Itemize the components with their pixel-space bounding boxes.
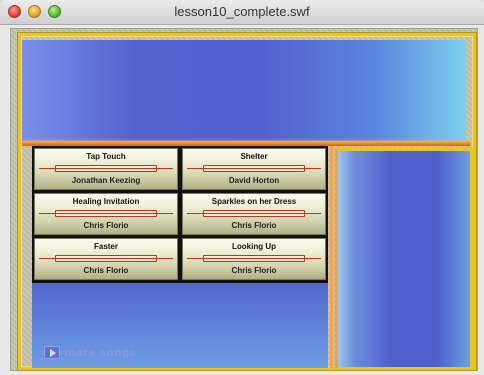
app-window: lesson10_complete.swf Tap Touch Jonathan…	[0, 0, 484, 375]
song-title: Faster	[93, 242, 118, 251]
play-icon	[44, 346, 60, 359]
song-progress-track	[203, 255, 305, 262]
song-artist: Chris Florio	[231, 221, 277, 230]
title-bar: lesson10_complete.swf	[0, 0, 484, 25]
song-title: Tap Touch	[86, 152, 126, 161]
song-button[interactable]: Faster Chris Florio	[34, 238, 178, 280]
song-progress-line	[39, 212, 173, 214]
song-progress-track	[55, 255, 157, 262]
song-progress-line	[39, 167, 173, 169]
side-panel	[335, 148, 473, 370]
more-songs-button[interactable]: more songs	[44, 346, 136, 359]
song-button[interactable]: Shelter David Horton	[182, 148, 326, 190]
song-button[interactable]: Sparkles on her Dress Chris Florio	[182, 193, 326, 235]
song-title: Healing Invitation	[72, 197, 140, 206]
song-progress-track	[203, 210, 305, 217]
song-progress-track	[203, 165, 305, 172]
song-progress-line	[187, 212, 321, 214]
song-progress-line	[187, 167, 321, 169]
song-title: Looking Up	[232, 242, 276, 251]
song-artist: Jonathan Keezing	[71, 176, 141, 185]
window-title: lesson10_complete.swf	[174, 4, 310, 19]
song-button[interactable]: Looking Up Chris Florio	[182, 238, 326, 280]
song-progress-track	[55, 165, 157, 172]
song-progress-line	[39, 257, 173, 259]
song-title: Sparkles on her Dress	[211, 197, 297, 206]
song-grid: Tap Touch Jonathan Keezing Shelter David…	[32, 146, 328, 283]
more-songs-label: more songs	[64, 346, 137, 359]
song-artist: Chris Florio	[83, 266, 129, 275]
song-progress-track	[55, 210, 157, 217]
song-title: Shelter	[240, 152, 268, 161]
orange-side-divider	[330, 146, 334, 368]
header-banner	[22, 40, 466, 142]
song-button[interactable]: Tap Touch Jonathan Keezing	[34, 148, 178, 190]
song-progress-line	[187, 257, 321, 259]
song-artist: David Horton	[228, 176, 280, 185]
song-button[interactable]: Healing Invitation Chris Florio	[34, 193, 178, 235]
song-artist: Chris Florio	[83, 221, 129, 230]
songs-area: Tap Touch Jonathan Keezing Shelter David…	[32, 146, 328, 368]
song-artist: Chris Florio	[231, 266, 277, 275]
